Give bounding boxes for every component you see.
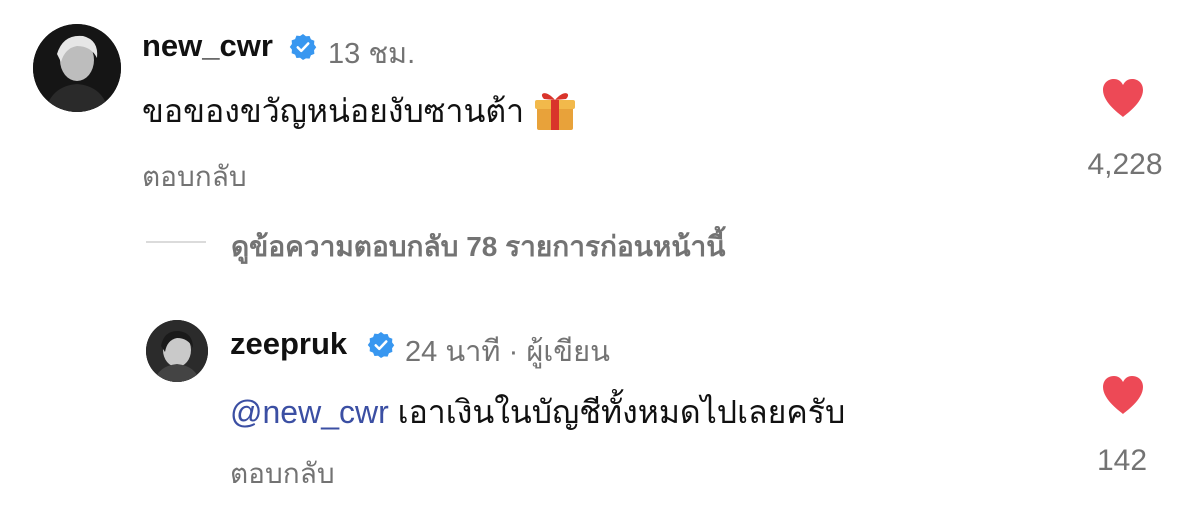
reply-timestamp: 24 นาที xyxy=(405,336,501,368)
reply-meta: 24 นาที · ผู้เขียน xyxy=(405,328,610,374)
avatar-new-cwr[interactable] xyxy=(33,24,121,112)
comment-text: ขอของขวัญหน่อยงับซานต้า xyxy=(142,86,578,141)
like-count: 4,228 xyxy=(1087,148,1163,181)
gift-emoji xyxy=(532,87,578,141)
mention-link[interactable]: @new_cwr xyxy=(230,394,389,430)
heart-icon[interactable] xyxy=(1101,375,1145,415)
avatar-photo xyxy=(146,320,208,382)
reply-username[interactable]: zeepruk xyxy=(230,326,347,362)
reply-button[interactable]: ตอบกลับ xyxy=(230,452,335,496)
meta-separator: · xyxy=(508,336,519,368)
view-replies-button[interactable]: ดูข้อความตอบกลับ 78 รายการก่อนหน้านี้ xyxy=(231,225,725,269)
comment-timestamp: 13 ชม. xyxy=(328,38,416,70)
comment-body: ขอของขวัญหน่อยงับซานต้า xyxy=(142,93,525,129)
reply-button[interactable]: ตอบกลับ xyxy=(142,155,247,199)
verified-badge-icon xyxy=(367,332,395,358)
comment-username[interactable]: new_cwr xyxy=(142,28,273,64)
reply-text: @new_cwr เอาเงินในบัญชีทั้งหมดไปเลยครับ xyxy=(230,387,845,438)
like-count: 142 xyxy=(1096,444,1148,477)
verified-badge-icon xyxy=(289,34,317,60)
reply-body: เอาเงินในบัญชีทั้งหมดไปเลยครับ xyxy=(388,394,846,430)
author-label: ผู้เขียน xyxy=(526,336,610,368)
avatar-zeepruk[interactable] xyxy=(146,320,208,382)
heart-icon[interactable] xyxy=(1101,78,1145,118)
replies-divider xyxy=(146,241,206,243)
avatar-photo xyxy=(33,24,121,112)
